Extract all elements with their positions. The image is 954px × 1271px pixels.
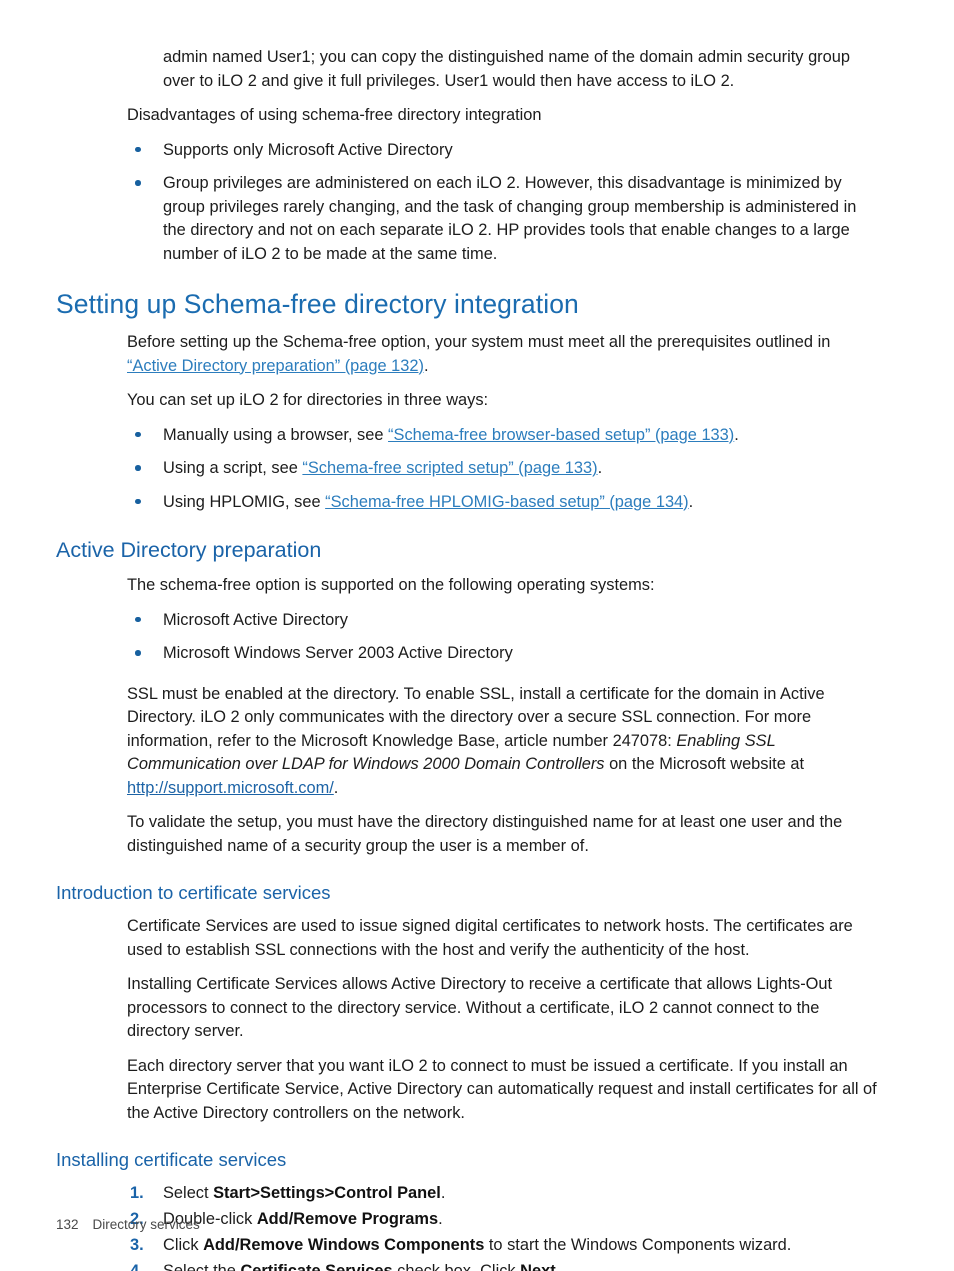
setup-ways-list: Manually using a browser, see “Schema-fr… [0, 424, 954, 515]
step-emphasis-2: Next [520, 1262, 556, 1271]
ssl-text-part3: . [333, 778, 339, 797]
footer-section-name: Directory services [92, 1217, 200, 1232]
step-item: 1. Select Start>Settings>Control Panel. [130, 1182, 880, 1206]
cross-reference-link-browser-based-setup[interactable]: “Schema-free browser-based setup” (page … [388, 426, 734, 444]
subsection-heading-installing-certificate-services: Installing certificate services [56, 1149, 287, 1170]
list-item-text-after: . [597, 459, 603, 477]
carryover-line-1: admin named User1; you can copy the dist… [163, 48, 804, 66]
step-emphasis: Add/Remove Windows Components [203, 1236, 485, 1254]
cross-reference-link-hplomig-based-setup[interactable]: “Schema-free HPLOMIG-based setup” (page … [325, 493, 689, 511]
page-content: admin named User1; you can copy the dist… [0, 0, 954, 1271]
cross-reference-link-scripted-setup[interactable]: “Schema-free scripted setup” (page 133) [302, 459, 597, 477]
bullet-icon [135, 146, 141, 152]
ssl-paragraph: SSL must be enabled at the directory. To… [127, 683, 880, 801]
step-item: 2. Double-click Add/Remove Programs. [130, 1208, 880, 1232]
section-heading-active-directory-preparation: Active Directory preparation [56, 538, 322, 562]
step-number: 1. [130, 1184, 144, 1202]
validate-setup-paragraph: To validate the setup, you must have the… [127, 813, 843, 855]
step-text-after: to start the Windows Components wizard. [484, 1236, 792, 1254]
list-item-text: Group privileges are administered on eac… [163, 174, 857, 263]
step-text-after: check box. Click [392, 1262, 521, 1271]
step-emphasis: Add/Remove Programs [256, 1210, 439, 1228]
subsection-heading-introduction-to-certificate-services: Introduction to certificate services [56, 882, 331, 903]
page-title: Setting up Schema-free directory integra… [56, 289, 579, 319]
prerequisites-paragraph: Before setting up the Schema-free option… [127, 331, 880, 378]
step-item: 4. Select the Certificate Services check … [130, 1260, 880, 1271]
list-item-text-after: . [734, 425, 739, 444]
list-item-text-before: Using a script, see [163, 459, 303, 477]
step-emphasis: Start>Settings>Control Panel [213, 1184, 441, 1202]
microsoft-support-hyperlink[interactable]: http://support.microsoft.com/ [127, 779, 334, 797]
list-item: Using HPLOMIG, see “Schema-free HPLOMIG-… [135, 491, 880, 515]
step-text-after: . [440, 1184, 446, 1202]
bullet-icon [135, 616, 141, 622]
supported-os-lead: The schema-free option is supported on t… [127, 576, 655, 594]
certificate-services-paragraph-3: Each directory server that you want iLO … [127, 1056, 877, 1122]
list-item: Microsoft Active Directory [135, 609, 880, 633]
list-item: Group privileges are administered on eac… [135, 172, 880, 266]
list-item-text-after: . [688, 492, 694, 511]
step-item: 3. Click Add/Remove Windows Components to… [130, 1234, 880, 1258]
carryover-paragraph: admin named User1; you can copy the dist… [163, 46, 880, 93]
list-item-text: Microsoft Active Directory [163, 610, 348, 629]
list-item-text: Supports only Microsoft Active Directory [163, 140, 453, 159]
step-text-after-2: . [555, 1262, 561, 1271]
list-item: Supports only Microsoft Active Directory [135, 139, 880, 163]
bullet-icon [135, 498, 141, 504]
step-number: 4. [130, 1262, 144, 1271]
bullet-icon [135, 650, 141, 656]
step-text-after: . [438, 1210, 443, 1228]
page-footer: 132 Directory services [56, 1216, 200, 1233]
certificate-services-paragraph-2: Installing Certificate Services allows A… [127, 975, 833, 1040]
step-text-before: Select the [163, 1262, 241, 1271]
bullet-icon [135, 431, 141, 437]
bullet-icon [135, 180, 141, 186]
step-emphasis: Certificate Services [240, 1262, 393, 1271]
step-text-before: Click [163, 1236, 204, 1254]
list-item-text-before: Using HPLOMIG, see [163, 492, 326, 511]
step-number: 3. [130, 1236, 144, 1254]
list-item: Microsoft Windows Server 2003 Active Dir… [135, 642, 880, 666]
disadvantages-lead: Disadvantages of using schema-free direc… [127, 106, 542, 124]
step-text-before: Select [163, 1184, 214, 1202]
document-page: admin named User1; you can copy the dist… [0, 0, 954, 1271]
cross-reference-link-active-directory-preparation[interactable]: “Active Directory preparation” (page 132… [127, 357, 424, 375]
ssl-text-part2: on the Microsoft website at [604, 755, 805, 773]
list-item-text: Microsoft Windows Server 2003 Active Dir… [163, 644, 513, 662]
bullet-icon [135, 465, 141, 471]
prereq-text-after: . [423, 356, 429, 375]
list-item: Manually using a browser, see “Schema-fr… [135, 424, 880, 448]
three-ways-lead: You can set up iLO 2 for directories in … [127, 391, 489, 409]
list-item-text-before: Manually using a browser, see [163, 425, 389, 444]
certificate-services-paragraph-1: Certificate Services are used to issue s… [127, 917, 853, 959]
list-item: Using a script, see “Schema-free scripte… [135, 457, 880, 481]
supported-os-list: Microsoft Active Directory Microsoft Win… [0, 609, 954, 666]
footer-page-number: 132 [56, 1217, 79, 1232]
prereq-text-before: Before setting up the Schema-free option… [127, 333, 831, 351]
disadvantages-list: Supports only Microsoft Active Directory… [0, 139, 954, 267]
